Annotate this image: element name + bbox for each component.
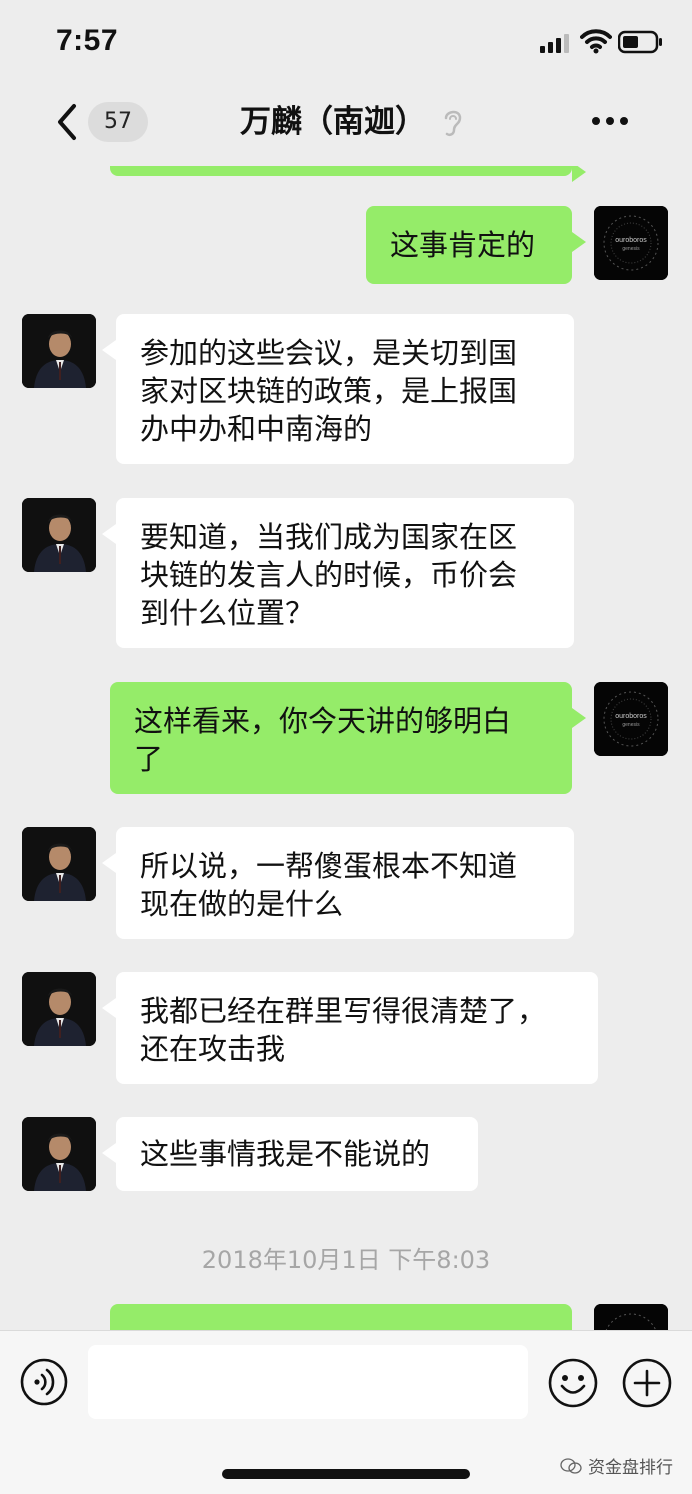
contact-avatar[interactable] [22, 314, 96, 388]
message-input[interactable] [88, 1345, 528, 1419]
self-avatar[interactable]: ouroboros genesis [594, 206, 668, 280]
message-bubble-partial[interactable] [110, 166, 586, 182]
status-bar: 7:57 [0, 0, 692, 80]
contact-avatar[interactable] [22, 1117, 96, 1191]
message-text-line: 办中办和中南海的 [140, 412, 373, 446]
unread-count-badge[interactable]: 57 [88, 102, 148, 142]
contact-avatar-image [22, 972, 96, 1046]
self-avatar-logo-subtext: genesis [622, 246, 640, 252]
wifi-icon [580, 29, 612, 54]
plus-icon[interactable] [621, 1357, 673, 1409]
ear-icon [444, 110, 462, 137]
self-avatar-logo-subtext: genesis [622, 722, 640, 728]
self-avatar-logo-text: ouroboros [615, 713, 647, 720]
watermark-text: 资金盘排行 [588, 1458, 673, 1478]
wechat-logo-icon [560, 1457, 582, 1474]
more-icon[interactable] [590, 115, 630, 127]
watermark: 资金盘排行 [560, 1453, 673, 1478]
message-bubble-incoming[interactable]: 所以说，一帮傻蛋根本不知道 现在做的是什么 [102, 827, 574, 939]
message-text-line: 家对区块链的政策，是上报国 [140, 374, 518, 408]
contact-avatar-image [22, 1117, 96, 1191]
message-text: 这事肯定的 [390, 228, 536, 262]
message-bubble-incoming[interactable]: 要知道，当我们成为国家在区 块链的发言人的时候，币价会 到什么位置？ [102, 498, 574, 648]
back-chevron-icon[interactable] [52, 102, 82, 142]
self-avatar-logo-text: ouroboros [615, 237, 647, 244]
contact-avatar-image [22, 498, 96, 572]
contact-avatar[interactable] [22, 972, 96, 1046]
self-avatar-image: ouroboros genesis [594, 206, 668, 280]
contact-avatar-image [22, 827, 96, 901]
message-timestamp: 2018年10月1日 下午8:03 [201, 1246, 491, 1274]
message-text-line: 要知道，当我们成为国家在区 [140, 520, 518, 554]
cellular-signal-icon [540, 34, 569, 53]
status-time: 7:57 [56, 24, 119, 57]
message-text-line: 这样看来，你今天讲的够明白 [134, 704, 512, 738]
message-text-line: 还在攻击我 [140, 1032, 286, 1066]
message-bubble-partial[interactable] [110, 1304, 572, 1330]
message-text-line: 所以说，一帮傻蛋根本不知道 [140, 849, 518, 883]
message-text-line: 现在做的是什么 [140, 887, 344, 921]
self-avatar-image: ouroboros genesis [594, 682, 668, 756]
self-avatar-image [594, 1304, 668, 1330]
message-text-line: 到什么位置？ [140, 596, 315, 630]
home-indicator[interactable] [222, 1469, 470, 1479]
message-bubble-incoming[interactable]: 这些事情我是不能说的 [102, 1117, 478, 1191]
message-text-line: 参加的这些会议，是关切到国 [140, 336, 518, 370]
message-list[interactable]: 这事肯定的 ouroboros genesis 参加的这些会议，是关切到国 家对… [0, 166, 692, 1330]
contact-avatar-image [22, 314, 96, 388]
voice-icon[interactable] [19, 1357, 69, 1407]
chat-title[interactable]: 万麟（南迦） [240, 102, 426, 142]
contact-avatar[interactable] [22, 498, 96, 572]
message-bubble-incoming[interactable]: 参加的这些会议，是关切到国 家对区块链的政策，是上报国 办中办和中南海的 [102, 314, 574, 464]
contact-avatar[interactable] [22, 827, 96, 901]
message-text-line: 块链的发言人的时候，币价会 [140, 558, 518, 592]
battery-icon [618, 30, 662, 54]
message-bubble-outgoing[interactable]: 这样看来，你今天讲的够明白 了 [110, 682, 586, 794]
message-text-line: 我都已经在群里写得很清楚了， [140, 994, 547, 1028]
self-avatar[interactable] [594, 1304, 668, 1330]
message-text: 这些事情我是不能说的 [140, 1137, 431, 1171]
message-text-line: 了 [134, 742, 164, 776]
emoji-icon[interactable] [547, 1357, 599, 1409]
chat-header: 57 万麟（南迦） [0, 80, 692, 166]
self-avatar[interactable]: ouroboros genesis [594, 682, 668, 756]
message-bubble-outgoing[interactable]: 这事肯定的 [366, 206, 586, 284]
message-bubble-incoming[interactable]: 我都已经在群里写得很清楚了， 还在攻击我 [102, 972, 598, 1084]
